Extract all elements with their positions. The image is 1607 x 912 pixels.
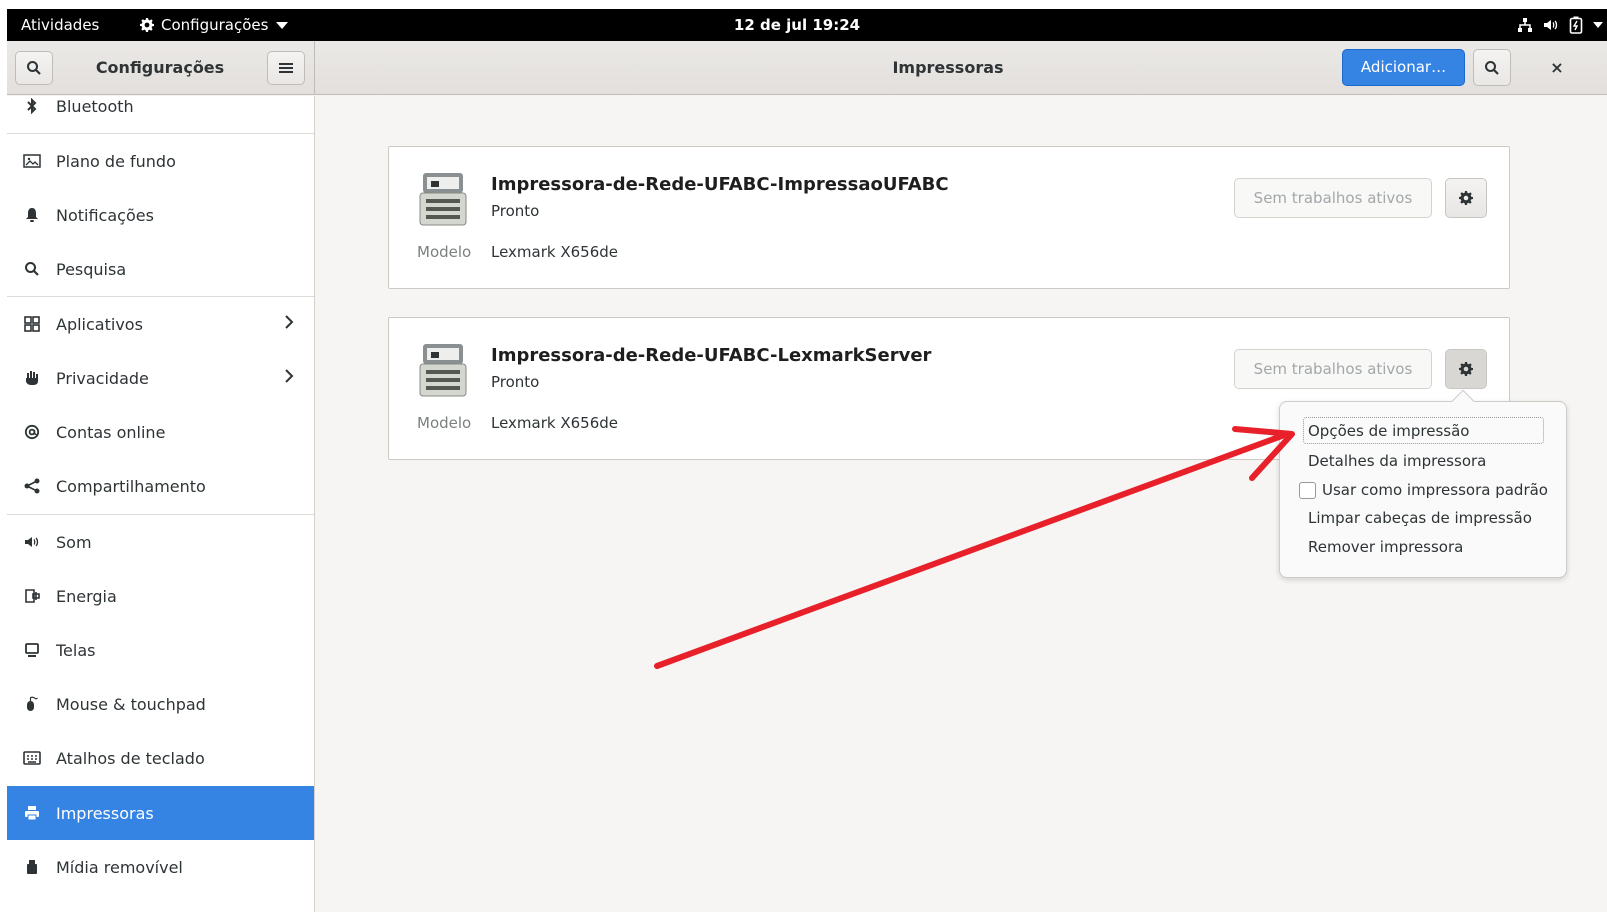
usb-icon [23, 858, 41, 876]
printer-options-popover: Opções de impressão Detalhes da impresso… [1279, 389, 1567, 578]
printer-details-item[interactable]: Detalhes da impressora [1308, 452, 1486, 470]
printer-settings-button[interactable] [1445, 349, 1487, 389]
mouse-icon [23, 695, 41, 713]
monitor-icon [23, 641, 41, 659]
jobs-button[interactable]: Sem trabalhos ativos [1234, 178, 1432, 218]
sidebar-item-notifications[interactable]: Notificações [7, 188, 314, 242]
system-tray[interactable] [1517, 9, 1603, 41]
hand-icon [23, 369, 41, 387]
sidebar-item-label: Impressoras [56, 803, 154, 823]
print-options-item[interactable]: Opções de impressão [1308, 422, 1469, 440]
close-window-button[interactable]: × [1539, 49, 1575, 86]
volume-icon [1544, 20, 1558, 30]
printer-status: Pronto [491, 202, 540, 220]
sidebar-item-mouse[interactable]: Mouse & touchpad [7, 677, 314, 731]
model-value: Lexmark X656de [491, 243, 619, 261]
gear-icon [1459, 191, 1473, 205]
share-icon [23, 477, 41, 495]
printer-name: Impressora-de-Rede-UFABC-LexmarkServer [491, 345, 932, 366]
top-bar: Atividades Configurações 12 de jul 19:24 [7, 9, 1607, 41]
printer-icon [419, 173, 467, 226]
sidebar-item-removable-media[interactable]: Mídia removível [7, 840, 314, 894]
gear-icon [1459, 362, 1473, 376]
sidebar: Bluetooth Plano de fundo Notificações Pe… [7, 96, 315, 912]
printer-status: Pronto [491, 373, 540, 391]
sidebar-item-privacy[interactable]: Privacidade [7, 351, 314, 405]
sidebar-item-label: Som [56, 532, 92, 552]
sidebar-item-label: Telas [56, 640, 96, 660]
sidebar-item-label: Compartilhamento [56, 476, 206, 496]
sidebar-item-label: Privacidade [56, 368, 149, 388]
sidebar-item-label: Mídia removível [56, 857, 183, 877]
sidebar-item-label: Plano de fundo [56, 151, 176, 171]
sidebar-header: Configurações [7, 41, 315, 94]
sidebar-item-label: Aplicativos [56, 314, 143, 334]
sidebar-item-background[interactable]: Plano de fundo [7, 134, 314, 188]
sidebar-item-bluetooth[interactable]: Bluetooth [7, 96, 314, 133]
hamburger-icon [279, 63, 293, 73]
sidebar-item-applications[interactable]: Aplicativos [7, 297, 314, 351]
keyboard-icon [23, 749, 41, 767]
sidebar-item-label: Mouse & touchpad [56, 694, 206, 714]
speaker-icon [23, 533, 41, 551]
image-icon [23, 152, 41, 170]
header-bar: Configurações Impressoras Adicionar… × [7, 41, 1607, 95]
sidebar-item-sound[interactable]: Som [7, 515, 314, 569]
sidebar-item-label: Contas online [56, 422, 166, 442]
printer-name: Impressora-de-Rede-UFABC-ImpressaoUFABC [491, 174, 949, 195]
apps-grid-icon [23, 315, 41, 333]
system-menu-arrow-icon [1593, 22, 1603, 28]
chevron-right-icon [284, 314, 294, 334]
bluetooth-icon [23, 97, 41, 115]
sidebar-item-power[interactable]: Energia [7, 569, 314, 623]
sidebar-title: Configurações [95, 58, 225, 77]
clock[interactable]: 12 de jul 19:24 [7, 9, 1587, 41]
remove-printer-item[interactable]: Remover impressora [1308, 538, 1463, 556]
sidebar-item-displays[interactable]: Telas [7, 623, 314, 677]
model-label: Modelo [417, 243, 472, 261]
printer-search-button[interactable] [1473, 49, 1511, 86]
sidebar-search-button[interactable] [15, 51, 53, 85]
battery-icon [1569, 16, 1583, 34]
network-wired-icon [1518, 18, 1532, 32]
desktop-screen: Atividades Configurações 12 de jul 19:24… [7, 9, 1607, 912]
add-printer-button[interactable]: Adicionar… [1342, 49, 1465, 86]
model-value: Lexmark X656de [491, 414, 619, 432]
sidebar-item-label: Bluetooth [56, 96, 134, 116]
sidebar-item-keyboard-shortcuts[interactable]: Atalhos de teclado [7, 731, 314, 785]
sidebar-item-printers[interactable]: Impressoras [7, 786, 314, 840]
main-menu-button[interactable] [267, 51, 305, 85]
sidebar-item-label: Energia [56, 586, 117, 606]
printer-settings-button[interactable] [1445, 178, 1487, 218]
search-icon [23, 260, 41, 278]
printer-card: Impressora-de-Rede-UFABC-ImpressaoUFABC … [388, 146, 1510, 289]
default-printer-checkbox[interactable] [1299, 482, 1316, 499]
clean-print-heads-item[interactable]: Limpar cabeças de impressão [1308, 509, 1532, 527]
sidebar-item-search[interactable]: Pesquisa [7, 242, 314, 296]
default-printer-label[interactable]: Usar como impressora padrão [1322, 481, 1548, 499]
chevron-right-icon [284, 368, 294, 388]
sidebar-item-sharing[interactable]: Compartilhamento [7, 459, 314, 513]
jobs-button[interactable]: Sem trabalhos ativos [1234, 349, 1432, 389]
sidebar-item-label: Notificações [56, 205, 154, 225]
model-label: Modelo [417, 414, 472, 432]
at-icon [23, 423, 41, 441]
battery-icon [23, 587, 41, 605]
search-icon [27, 61, 41, 75]
bell-icon [23, 206, 41, 224]
sidebar-item-label: Pesquisa [56, 259, 127, 279]
printer-icon [419, 344, 467, 397]
sidebar-item-online-accounts[interactable]: Contas online [7, 405, 314, 459]
printer-icon [23, 804, 41, 822]
sidebar-item-label: Atalhos de teclado [56, 748, 205, 768]
search-icon [1485, 60, 1499, 75]
